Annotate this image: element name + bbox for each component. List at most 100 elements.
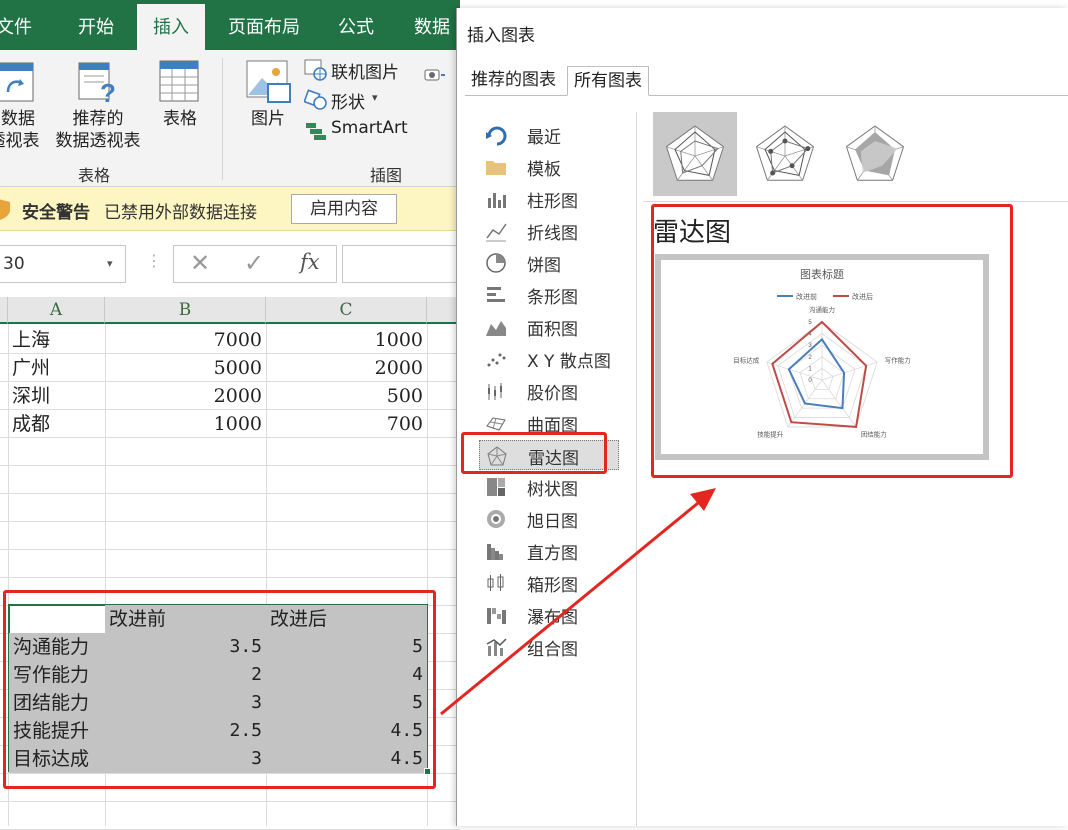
svg-text:?: ? — [100, 78, 116, 104]
row-gridline — [0, 577, 460, 578]
chart-type-label: 股价图 — [527, 384, 578, 404]
cancel-icon[interactable]: ✕ — [190, 249, 210, 277]
cell-b3[interactable]: 2000 — [105, 382, 266, 410]
chart-type-sunburst[interactable]: 旭日图 — [479, 504, 619, 534]
tab-page-layout[interactable]: 页面布局 — [228, 13, 300, 39]
cell-c1[interactable]: 1000 — [266, 326, 427, 354]
chart-type-recent[interactable]: 最近 — [479, 120, 619, 150]
chart-type-list: 最近 模板 柱形图 折线图 饼图 条形图 面积图 X Y 散点图 股价图 曲面图 雷达图 树状图 旭日图… — [461, 112, 637, 826]
chart-type-area-chart[interactable]: 面积图 — [479, 312, 619, 342]
shield-icon — [0, 199, 10, 221]
tab-data[interactable]: 数据 — [414, 13, 450, 39]
chart-type-label: 条形图 — [527, 288, 578, 308]
chart-type-folder[interactable]: 模板 — [479, 152, 619, 182]
row-gridline — [0, 801, 460, 802]
row-gridline — [0, 465, 460, 466]
picture-icon — [246, 60, 291, 103]
pivot-label-1: 数据 — [1, 109, 35, 129]
name-box[interactable]: 30 ▾ — [0, 245, 126, 283]
radar-markers-subtype-icon — [755, 125, 815, 181]
chart-type-treemap[interactable]: 树状图 — [479, 472, 619, 502]
rec-pivot-label-1: 推荐的 — [72, 109, 124, 129]
scatter-chart-icon — [485, 348, 507, 370]
chart-type-label: 箱形图 — [527, 576, 578, 596]
combo-chart-icon — [485, 636, 507, 658]
shapes-button[interactable]: 形状 ▾ — [304, 88, 394, 113]
chart-type-line-chart[interactable]: 折线图 — [479, 216, 619, 246]
cell-a2[interactable]: 广州 — [8, 354, 105, 382]
line-chart-icon — [485, 220, 507, 242]
chart-type-box-whisker[interactable]: 箱形图 — [479, 568, 619, 598]
worksheet: A B C 上海 7000 1000 广州 5000 2000 深圳 2000 … — [0, 297, 467, 830]
tab-file[interactable]: 文件 — [0, 13, 32, 39]
subtype-filled-radar[interactable] — [833, 112, 917, 196]
chart-type-waterfall[interactable]: 瀑布图 — [479, 600, 619, 630]
online-picture-label: 联机图片 — [331, 63, 399, 83]
surface-chart-icon — [485, 412, 507, 434]
cell-b4[interactable]: 1000 — [105, 410, 266, 438]
name-box-dropdown-icon[interactable]: ▾ — [107, 257, 113, 270]
col-header-c[interactable]: C — [266, 297, 427, 324]
radar-subtype-icon — [665, 125, 725, 181]
shapes-icon — [304, 89, 327, 110]
chart-type-histogram[interactable]: 直方图 — [479, 536, 619, 566]
cell-a4[interactable]: 成都 — [8, 410, 105, 438]
chart-type-label: 直方图 — [527, 544, 578, 564]
chart-type-column-chart[interactable]: 柱形图 — [479, 184, 619, 214]
col-header-b[interactable]: B — [105, 297, 266, 324]
chart-type-combo-chart[interactable]: 组合图 — [479, 632, 619, 662]
cell-b2[interactable]: 5000 — [105, 354, 266, 382]
tab-formulas[interactable]: 公式 — [338, 13, 374, 39]
pivot-table-button[interactable]: 数据 透视表 — [0, 58, 42, 178]
cell-a3[interactable]: 深圳 — [8, 382, 105, 410]
formula-buttons: ✕ ✓ fx — [173, 245, 337, 283]
security-message: 已禁用外部数据连接 — [104, 203, 257, 223]
tab-all-charts[interactable]: 所有图表 — [567, 66, 649, 96]
sunburst-icon — [485, 508, 507, 530]
formula-input[interactable] — [342, 245, 472, 283]
cell-b1[interactable]: 7000 — [105, 326, 266, 354]
chart-type-label: 树状图 — [527, 480, 578, 500]
col-header-a[interactable]: A — [8, 297, 105, 324]
cell-c2[interactable]: 2000 — [266, 354, 427, 382]
row-gridline — [0, 493, 460, 494]
chart-type-pie-chart[interactable]: 饼图 — [479, 248, 619, 278]
tab-insert[interactable]: 插入 — [137, 4, 205, 50]
rec-pivot-label-2: 数据透视表 — [55, 131, 141, 151]
screenshot-icon[interactable] — [424, 66, 446, 82]
insert-function-icon[interactable]: fx — [300, 250, 320, 274]
picture-label: 图片 — [251, 109, 285, 129]
enter-check-icon[interactable]: ✓ — [244, 249, 264, 277]
online-picture-button[interactable]: 联机图片 — [304, 58, 414, 83]
histogram-icon — [485, 540, 507, 562]
splitter-dots-icon[interactable]: ⋮ — [146, 251, 162, 270]
chart-type-label: 模板 — [527, 160, 561, 180]
chart-type-bar-chart[interactable]: 条形图 — [479, 280, 619, 310]
online-picture-icon — [304, 59, 327, 81]
cell-a1[interactable]: 上海 — [8, 326, 105, 354]
chart-type-stock-chart[interactable]: 股价图 — [479, 376, 619, 406]
group-label-illustrations: 插图 — [370, 166, 403, 185]
cell-c4[interactable]: 700 — [266, 410, 427, 438]
waterfall-icon — [485, 604, 507, 626]
enable-content-button[interactable]: 启用内容 — [291, 194, 397, 224]
tab-home[interactable]: 开始 — [78, 13, 114, 39]
group-label-tables: 表格 — [78, 166, 111, 185]
thumb-marker — [782, 138, 788, 144]
chart-type-scatter-chart[interactable]: X Y 散点图 — [479, 344, 619, 374]
select-all-corner[interactable] — [0, 297, 8, 324]
smartart-icon — [306, 123, 326, 140]
subtype-radar[interactable] — [653, 112, 737, 196]
table-icon — [159, 60, 199, 102]
table-button[interactable]: 表格 — [154, 58, 206, 138]
recommended-pivot-button[interactable]: ? 推荐的 数据透视表 — [52, 58, 144, 178]
cell-c3[interactable]: 500 — [266, 382, 427, 410]
recommended-pivot-icon: ? — [78, 62, 116, 104]
pie-chart-icon — [485, 252, 507, 274]
area-chart-icon — [485, 316, 507, 338]
tab-recommended-charts[interactable]: 推荐的图表 — [465, 66, 562, 96]
smartart-button[interactable]: SmartArt — [304, 118, 416, 142]
treemap-icon — [485, 476, 507, 498]
picture-button[interactable]: 图片 — [242, 58, 294, 138]
subtype-radar-markers[interactable] — [743, 112, 827, 196]
